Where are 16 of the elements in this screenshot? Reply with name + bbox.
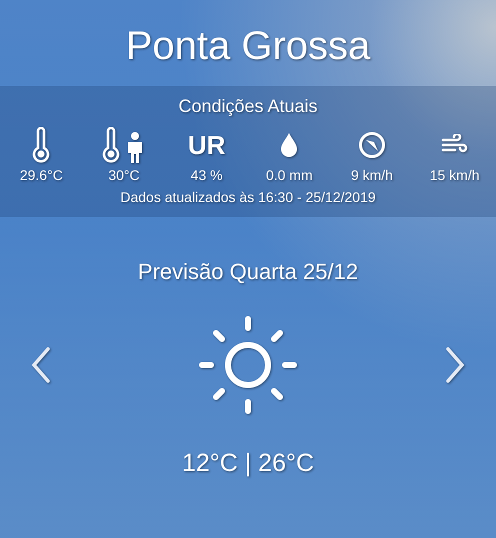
compass-icon [358, 131, 386, 159]
metric-value: 9 km/h [350, 167, 393, 183]
sun-icon [198, 315, 298, 415]
temperature-range: 12°C | 26°C [182, 449, 314, 478]
thermometer-icon [32, 127, 50, 163]
humidity-label: UR [188, 130, 226, 160]
forecast-title: Previsão Quarta 25/12 [138, 259, 358, 285]
metric-value: 30°C [108, 167, 140, 183]
metric-value: 43 % [190, 167, 223, 183]
update-time: Dados atualizados às 16:30 - 25/12/2019 [120, 189, 376, 205]
drop-icon [279, 132, 300, 158]
metric-value: 0.0 mm [266, 167, 313, 183]
section-title: Condições Atuais [178, 96, 318, 117]
metric-value: 15 km/h [430, 167, 480, 183]
metric-value: 29.6°C [20, 167, 63, 183]
city-title: Ponta Grossa [126, 24, 370, 70]
